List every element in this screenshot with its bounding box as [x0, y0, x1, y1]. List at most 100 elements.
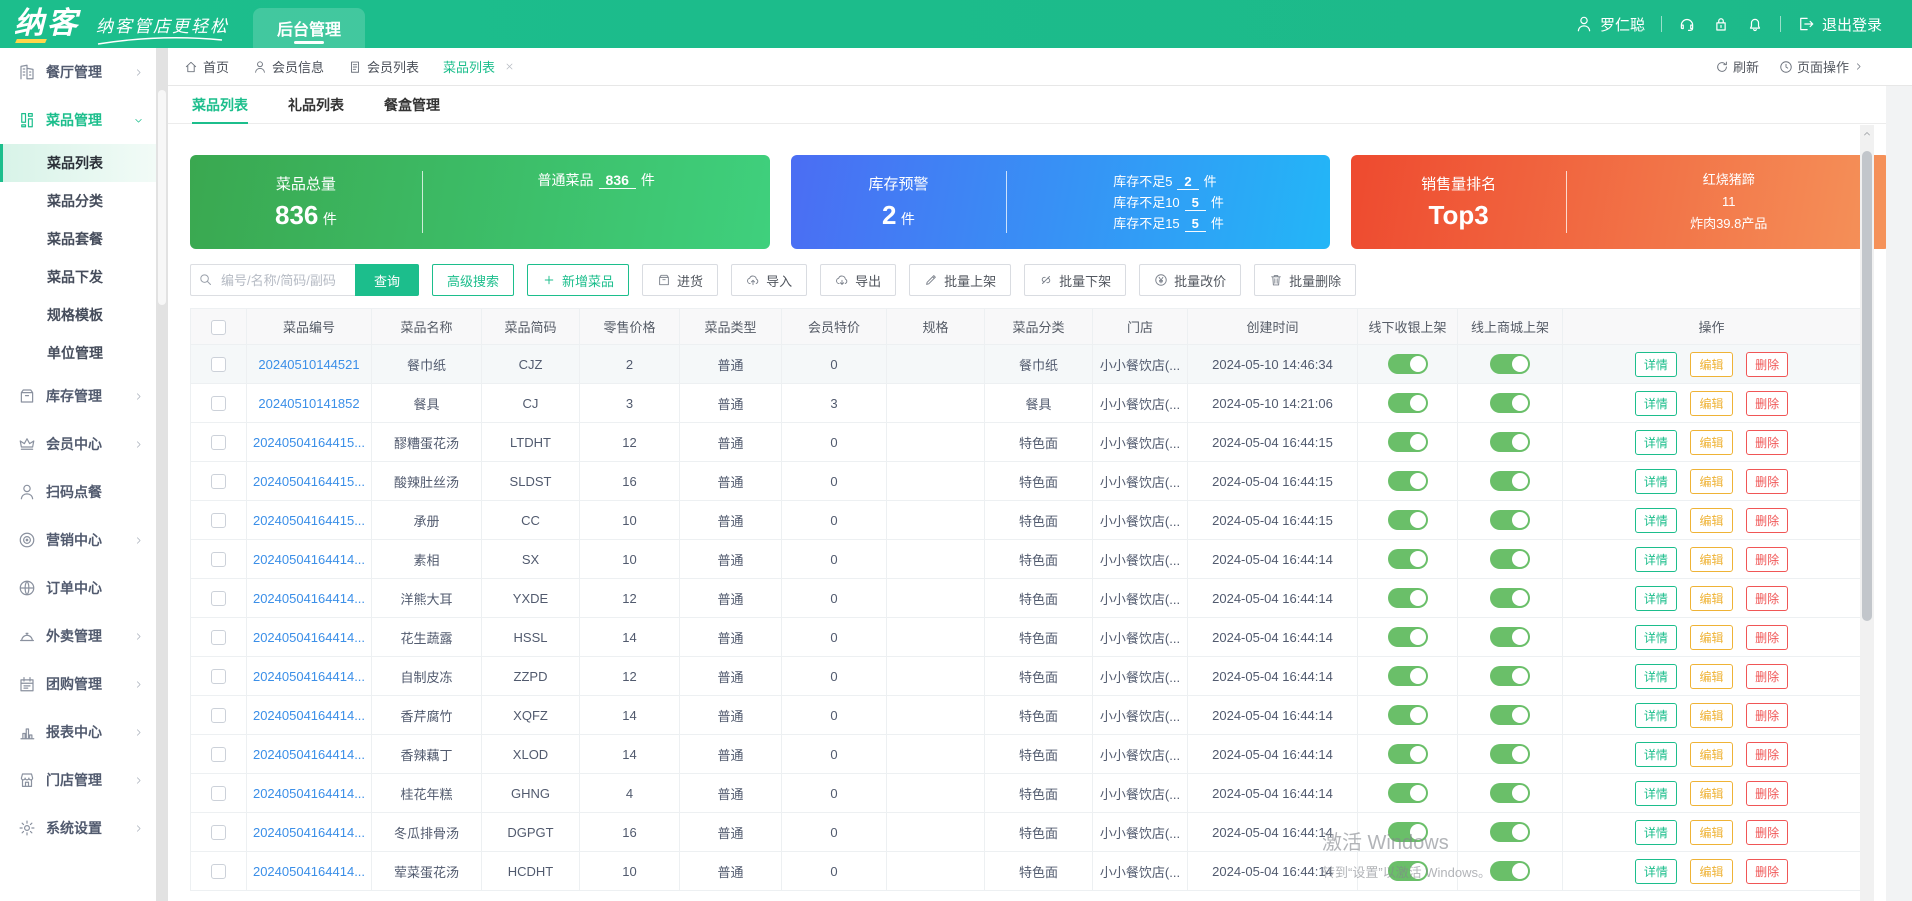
row-checkbox[interactable] — [211, 825, 226, 841]
delete-button[interactable]: 删除 — [1746, 429, 1789, 455]
detail-button[interactable]: 详情 — [1634, 546, 1677, 572]
detail-button[interactable]: 详情 — [1634, 429, 1677, 455]
dish-id-link[interactable]: 20240510141852 — [258, 396, 359, 411]
row-checkbox[interactable] — [211, 708, 226, 724]
row-checkbox[interactable] — [211, 630, 226, 646]
online-mall-toggle[interactable] — [1490, 393, 1530, 413]
edit-button[interactable]: 编辑 — [1690, 351, 1733, 377]
search-input[interactable] — [190, 264, 355, 296]
dish-id-link[interactable]: 20240504164415... — [253, 513, 365, 528]
online-mall-toggle[interactable] — [1490, 471, 1530, 491]
edit-button[interactable]: 编辑 — [1690, 624, 1733, 650]
online-mall-toggle[interactable] — [1490, 822, 1530, 842]
offline-pos-toggle[interactable] — [1387, 549, 1428, 569]
edit-button[interactable]: 编辑 — [1690, 429, 1733, 455]
delete-button[interactable]: 删除 — [1746, 468, 1789, 494]
page-operations-button[interactable]: 页面操作 — [1779, 57, 1864, 76]
delete-button[interactable]: 删除 — [1746, 546, 1789, 572]
batch-onshelf-button[interactable]: 批量上架 — [909, 264, 1012, 296]
sidebar-item-scan-order[interactable]: 扫码点餐 — [0, 468, 156, 516]
online-mall-toggle[interactable] — [1490, 588, 1530, 608]
online-mall-toggle[interactable] — [1490, 783, 1530, 803]
content-tab-mealbox-mgmt[interactable]: 餐盒管理 — [384, 86, 440, 124]
lock-screen-icon[interactable] — [1712, 15, 1730, 33]
sidebar-subitem-unit-mgmt[interactable]: 单位管理 — [0, 334, 156, 372]
detail-button[interactable]: 详情 — [1634, 741, 1677, 767]
offline-pos-toggle[interactable] — [1387, 666, 1428, 686]
support-headset-icon[interactable] — [1678, 15, 1696, 33]
batch-delete-button[interactable]: 批量删除 — [1254, 264, 1357, 296]
row-checkbox[interactable] — [211, 591, 226, 607]
dish-id-link[interactable]: 20240504164414... — [253, 708, 365, 723]
page-tab-member-list[interactable]: 会员列表 — [348, 57, 419, 76]
edit-button[interactable]: 编辑 — [1690, 858, 1733, 884]
stock-warning-count[interactable]: 5 — [1184, 215, 1206, 232]
detail-button[interactable]: 详情 — [1634, 702, 1677, 728]
edit-button[interactable]: 编辑 — [1690, 468, 1733, 494]
dish-id-link[interactable]: 20240504164414... — [253, 630, 365, 645]
close-icon[interactable] — [504, 61, 515, 72]
delete-button[interactable]: 删除 — [1746, 741, 1789, 767]
delete-button[interactable]: 删除 — [1746, 663, 1789, 689]
online-mall-toggle[interactable] — [1490, 627, 1530, 647]
dish-id-link[interactable]: 20240504164414... — [253, 591, 365, 606]
detail-button[interactable]: 详情 — [1634, 663, 1677, 689]
export-button[interactable]: 导出 — [820, 264, 897, 296]
tab-backend-admin[interactable]: 后台管理 — [253, 8, 366, 48]
edit-button[interactable]: 编辑 — [1690, 390, 1733, 416]
advanced-search-button[interactable]: 高级搜索 — [432, 264, 515, 296]
vertical-scrollbar[interactable] — [1860, 125, 1874, 901]
offline-pos-toggle[interactable] — [1387, 510, 1428, 530]
delete-button[interactable]: 删除 — [1746, 702, 1789, 728]
row-checkbox[interactable] — [211, 864, 226, 880]
edit-button[interactable]: 编辑 — [1690, 780, 1733, 806]
detail-button[interactable]: 详情 — [1634, 351, 1677, 377]
sidebar-item-restaurant-mgmt[interactable]: 餐厅管理 — [0, 48, 156, 96]
import-button[interactable]: 导入 — [731, 264, 808, 296]
page-tab-dish-list[interactable]: 菜品列表 — [443, 57, 515, 76]
sidebar-subitem-spec-template[interactable]: 规格模板 — [0, 296, 156, 334]
online-mall-toggle[interactable] — [1490, 861, 1530, 881]
detail-button[interactable]: 详情 — [1634, 507, 1677, 533]
row-checkbox[interactable] — [211, 396, 226, 412]
online-mall-toggle[interactable] — [1490, 744, 1530, 764]
delete-button[interactable]: 删除 — [1746, 858, 1789, 884]
delete-button[interactable]: 删除 — [1746, 624, 1789, 650]
delete-button[interactable]: 删除 — [1746, 780, 1789, 806]
content-tab-gift-list[interactable]: 礼品列表 — [288, 86, 344, 124]
sidebar-item-inventory-mgmt[interactable]: 库存管理 — [0, 372, 156, 420]
sidebar-item-dish-mgmt[interactable]: 菜品管理 — [0, 96, 156, 144]
sidebar-subitem-dish-dispatch[interactable]: 菜品下发 — [0, 258, 156, 296]
select-all-checkbox[interactable] — [211, 319, 226, 335]
online-mall-toggle[interactable] — [1490, 705, 1530, 725]
offline-pos-toggle[interactable] — [1387, 432, 1428, 452]
delete-button[interactable]: 删除 — [1746, 507, 1789, 533]
logout-button[interactable]: 退出登录 — [1797, 14, 1882, 35]
row-checkbox[interactable] — [211, 786, 226, 802]
row-checkbox[interactable] — [211, 474, 226, 490]
online-mall-toggle[interactable] — [1490, 510, 1530, 530]
sidebar-scrollbar-thumb[interactable] — [158, 90, 166, 305]
notifications-bell-icon[interactable] — [1746, 15, 1764, 33]
offline-pos-toggle[interactable] — [1387, 588, 1428, 608]
offline-pos-toggle[interactable] — [1387, 471, 1428, 491]
sidebar-subitem-dish-combo[interactable]: 菜品套餐 — [0, 220, 156, 258]
edit-button[interactable]: 编辑 — [1690, 585, 1733, 611]
sidebar-item-takeout-mgmt[interactable]: 外卖管理 — [0, 612, 156, 660]
dish-id-link[interactable]: 20240504164414... — [253, 669, 365, 684]
vertical-scrollbar-thumb[interactable] — [1862, 151, 1872, 621]
online-mall-toggle[interactable] — [1490, 549, 1530, 569]
stock-warning-count[interactable]: 5 — [1184, 194, 1206, 211]
row-checkbox[interactable] — [211, 435, 226, 451]
edit-button[interactable]: 编辑 — [1690, 507, 1733, 533]
dish-id-link[interactable]: 20240504164415... — [253, 474, 365, 489]
page-tab-member-info[interactable]: 会员信息 — [253, 57, 324, 76]
detail-button[interactable]: 详情 — [1634, 585, 1677, 611]
edit-button[interactable]: 编辑 — [1690, 741, 1733, 767]
add-dish-button[interactable]: 新增菜品 — [527, 264, 630, 296]
query-button[interactable]: 查询 — [355, 264, 420, 296]
sidebar-scrollbar[interactable] — [156, 48, 168, 901]
dish-id-link[interactable]: 20240504164414... — [253, 825, 365, 840]
edit-button[interactable]: 编辑 — [1690, 546, 1733, 572]
sidebar-item-store-mgmt[interactable]: 门店管理 — [0, 756, 156, 804]
